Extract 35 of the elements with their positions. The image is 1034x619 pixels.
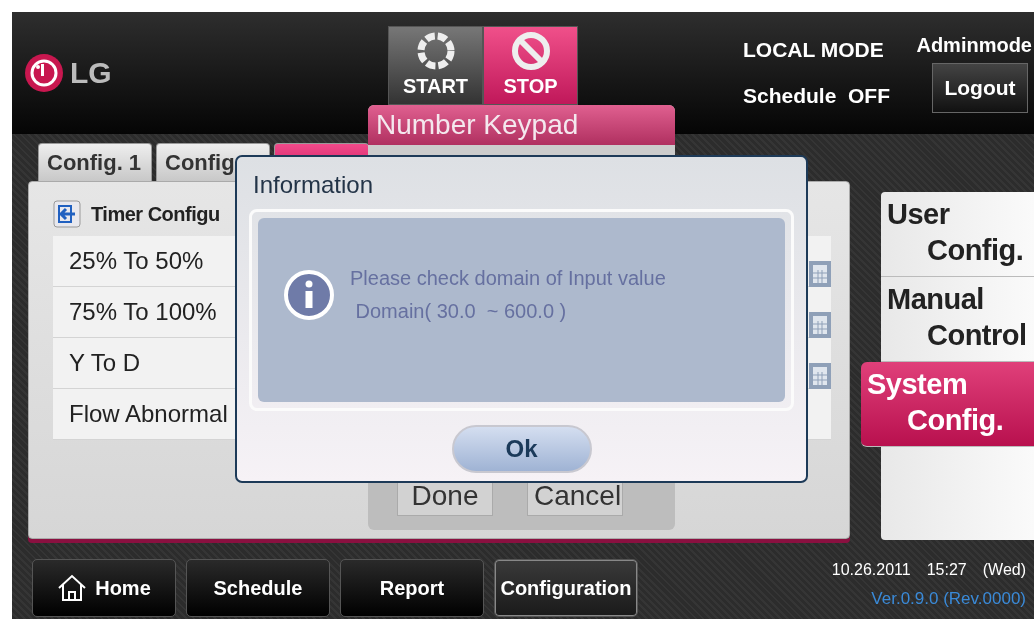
menu-item[interactable]: System Config. bbox=[861, 362, 1034, 447]
ok-button[interactable]: Ok bbox=[451, 425, 592, 473]
keypad-icon[interactable] bbox=[809, 312, 831, 338]
menu-item[interactable]: User Config. bbox=[881, 192, 1034, 277]
ring-icon bbox=[415, 31, 456, 71]
message-text: Please check domain of Input value bbox=[350, 267, 666, 290]
logo-text: LG bbox=[70, 56, 112, 90]
run-button[interactable]: STOP bbox=[483, 26, 578, 105]
keypad-icon[interactable] bbox=[809, 261, 831, 287]
nav-button[interactable]: Report bbox=[340, 559, 484, 617]
schedule-status: Schedule OFF bbox=[743, 84, 891, 108]
tab[interactable]: Config. 1 bbox=[38, 143, 152, 181]
row-label: Flow Abnormal bbox=[69, 400, 228, 428]
keypad-icon[interactable] bbox=[809, 363, 831, 389]
weekday-text: (Wed) bbox=[982, 561, 1026, 579]
nav-button[interactable]: Home bbox=[32, 559, 176, 617]
stop-icon bbox=[510, 31, 551, 71]
nav-button[interactable]: Configuration bbox=[494, 559, 638, 617]
mode-label: LOCAL MODE bbox=[743, 38, 885, 62]
version-text: Ver.0.9.0 (Rev.0000) bbox=[871, 589, 1026, 609]
info-icon bbox=[284, 270, 334, 320]
home-icon bbox=[57, 574, 88, 602]
row-label: 75% To 100% bbox=[69, 298, 217, 326]
run-button[interactable]: START bbox=[388, 26, 483, 105]
user-label: Adminmode bbox=[916, 34, 1032, 57]
logout-button[interactable]: Logout bbox=[932, 63, 1028, 113]
nav-button[interactable]: Schedule bbox=[186, 559, 330, 617]
row-label: Y To D bbox=[69, 349, 141, 377]
time-text: 15:27 bbox=[926, 561, 967, 579]
date-text: 10.26.2011 bbox=[831, 561, 911, 579]
keypad-title: Number Keypad bbox=[368, 105, 675, 145]
message-text: Domain( 30.0 ~ 600.0 ) bbox=[354, 300, 568, 323]
row-label: 25% To 50% bbox=[69, 247, 204, 275]
logo-icon bbox=[24, 53, 64, 93]
section-title: Timer Configu bbox=[91, 202, 220, 226]
